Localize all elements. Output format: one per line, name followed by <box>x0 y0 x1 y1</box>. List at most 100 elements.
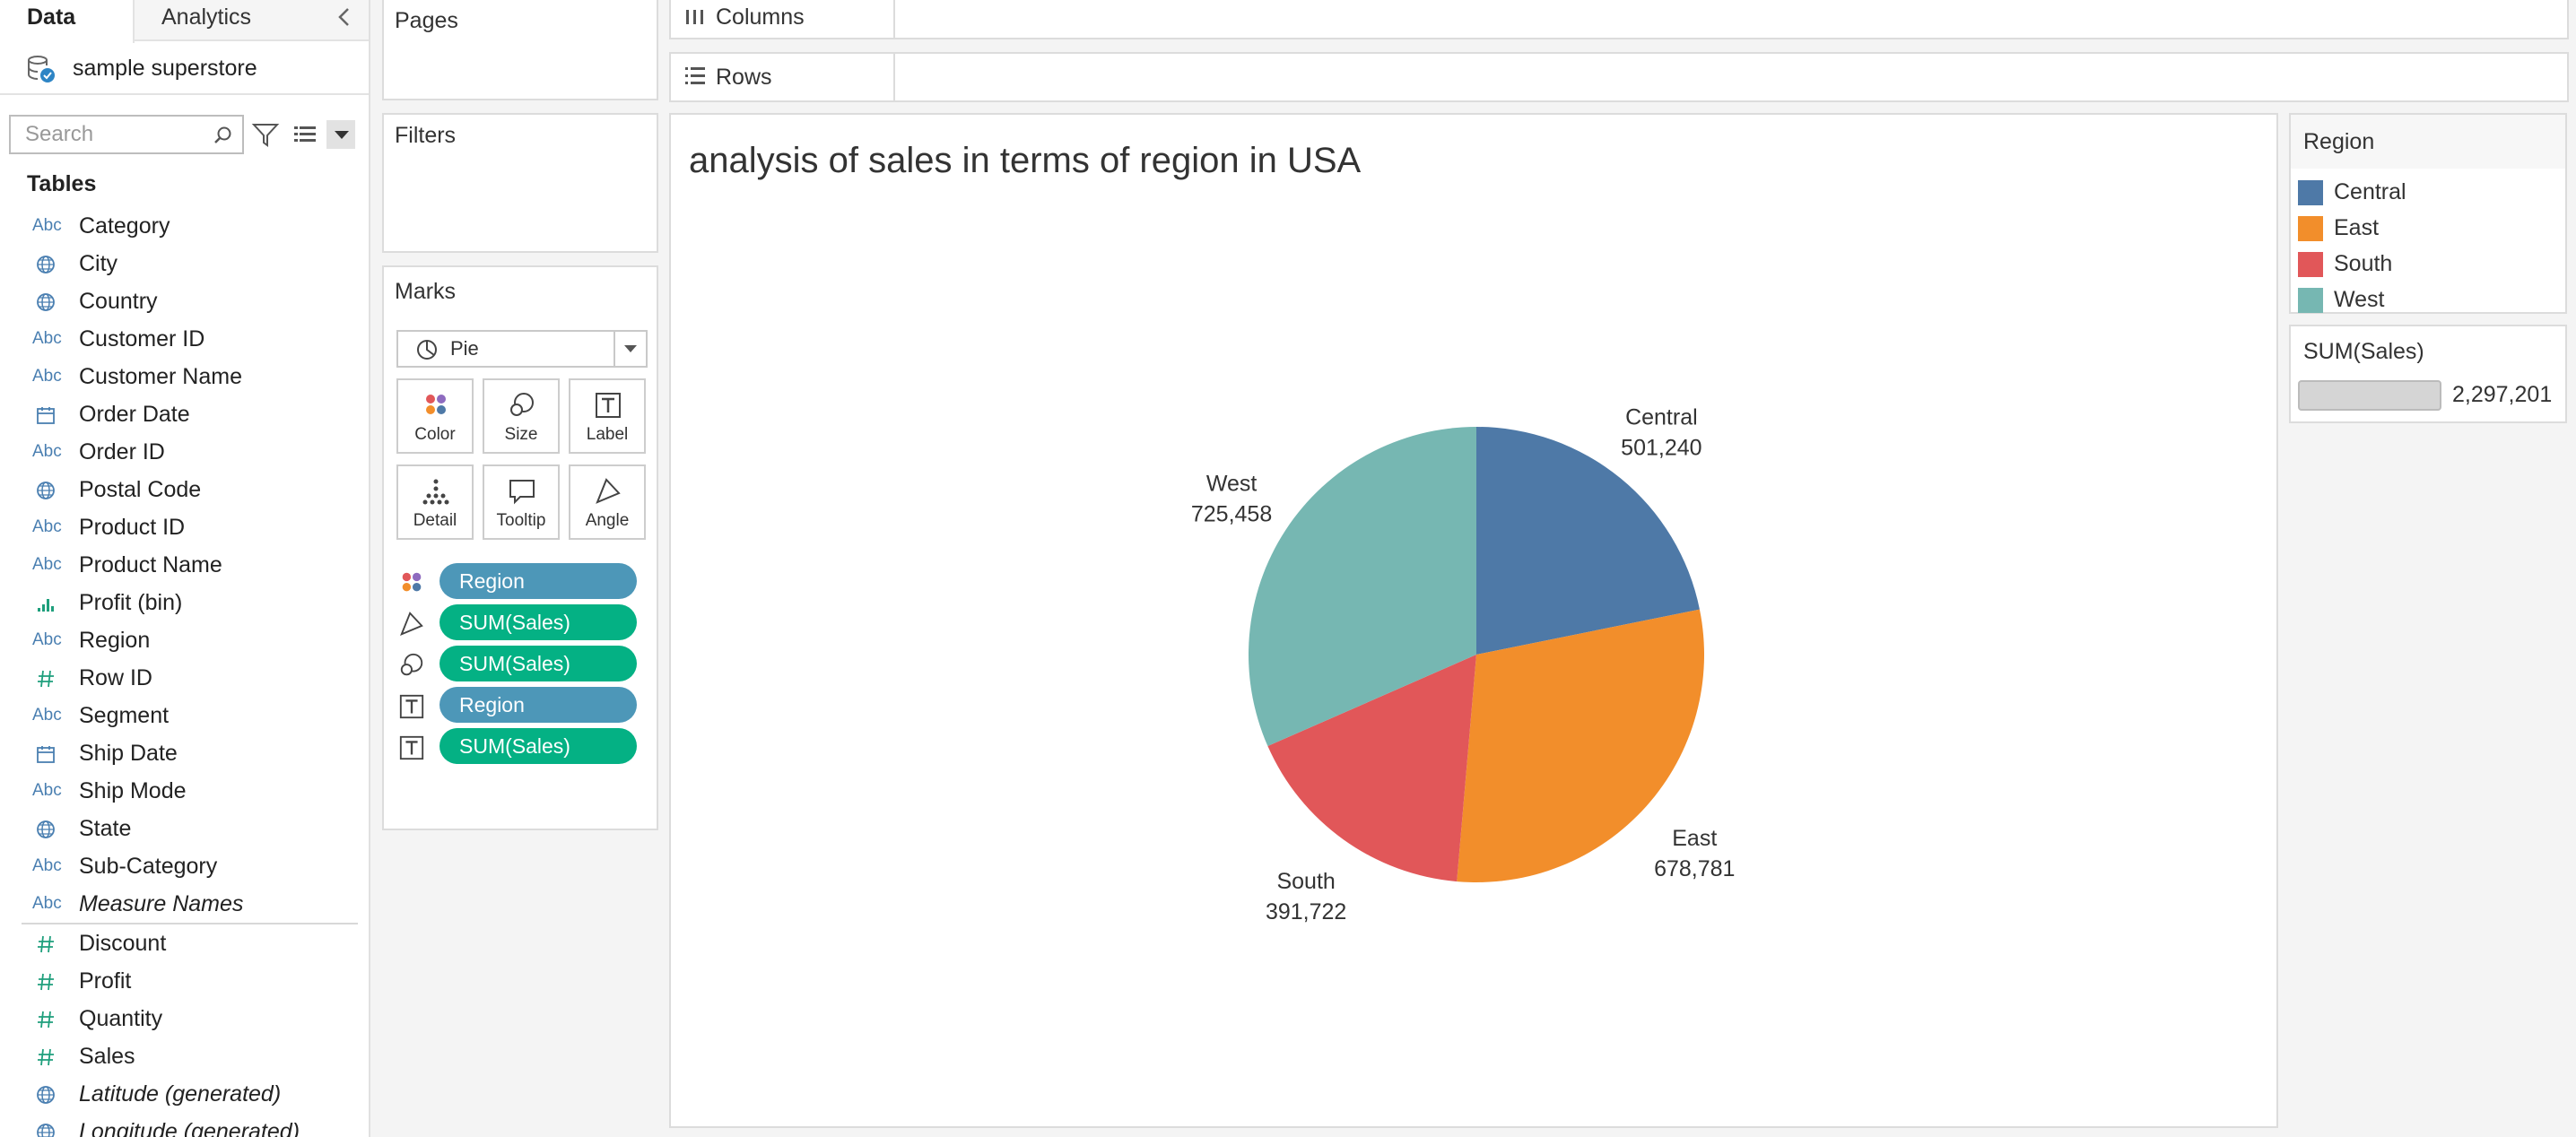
color-icon[interactable] <box>398 569 425 596</box>
marks-pill-region[interactable]: Region <box>439 563 637 599</box>
string-type-icon: Abc <box>32 367 62 386</box>
string-type-icon: Abc <box>32 706 62 725</box>
field-label: Ship Mode <box>79 778 187 803</box>
globe-icon <box>32 282 63 320</box>
field-label: Profit <box>79 968 132 994</box>
label-button[interactable]: Label <box>569 378 646 454</box>
tab-data[interactable]: Data <box>0 0 135 43</box>
field-sales[interactable]: Sales <box>0 1037 369 1075</box>
field-ship-mode[interactable]: Abc Ship Mode <box>0 772 369 810</box>
field-city[interactable]: City <box>0 245 369 282</box>
columns-text: Columns <box>716 4 805 30</box>
columns-shelf[interactable]: Columns <box>669 0 2569 39</box>
label-label: Label <box>586 425 629 444</box>
field-longitude-generated[interactable]: Longitude (generated) <box>0 1113 369 1137</box>
divider <box>0 93 369 95</box>
field-discount[interactable]: Discount <box>0 924 369 962</box>
field-customer-id[interactable]: Abc Customer ID <box>0 320 369 358</box>
size-icon <box>510 393 534 416</box>
size-icon[interactable] <box>398 652 425 679</box>
filters-shelf[interactable]: Filters <box>382 113 658 253</box>
field-label: Latitude (generated) <box>79 1081 282 1107</box>
pie-label-category: East <box>1672 826 1717 851</box>
field-product-id[interactable]: Abc Product ID <box>0 508 369 546</box>
globe-icon <box>32 810 63 847</box>
globe-icon <box>32 245 63 282</box>
string-type-icon: Abc <box>32 856 62 875</box>
legend-swatch <box>2298 180 2323 205</box>
size-button[interactable]: Size <box>483 378 560 454</box>
legend-item-east[interactable]: East <box>2296 210 2562 246</box>
size-legend-bar <box>2298 380 2441 411</box>
view-dropdown-button[interactable] <box>326 120 355 149</box>
field-product-name[interactable]: Abc Product Name <box>0 546 369 584</box>
field-postal-code[interactable]: Postal Code <box>0 471 369 508</box>
field-customer-name[interactable]: Abc Customer Name <box>0 358 369 395</box>
marks-pill-sum-sales[interactable]: SUM(Sales) <box>439 728 637 764</box>
legend-item-west[interactable]: West <box>2296 282 2562 317</box>
globe-icon <box>32 471 63 508</box>
field-state[interactable]: State <box>0 810 369 847</box>
field-row-id[interactable]: Row ID <box>0 659 369 697</box>
pie-label-value: 501,240 <box>1621 436 1701 461</box>
size-legend-value: 2,297,201 <box>2452 382 2553 407</box>
tooltip-button[interactable]: Tooltip <box>483 464 560 540</box>
angle-button[interactable]: Angle <box>569 464 646 540</box>
field-label: Category <box>79 213 170 239</box>
number-type-icon <box>32 659 63 697</box>
datasource-item[interactable]: sample superstore <box>25 50 257 86</box>
legend-item-south[interactable]: South <box>2296 246 2562 282</box>
string-type-icon: Abc <box>32 781 62 800</box>
field-ship-date[interactable]: Ship Date <box>0 734 369 772</box>
tab-analytics[interactable]: Analytics <box>135 0 278 41</box>
field-profit[interactable]: Profit <box>0 962 369 1000</box>
field-order-date[interactable]: Order Date <box>0 395 369 433</box>
marks-title: Marks <box>395 279 457 304</box>
label-icon[interactable] <box>398 693 425 720</box>
mark-type-dropdown[interactable]: Pie <box>396 330 648 368</box>
number-type-icon <box>32 1037 63 1075</box>
marks-pill-region[interactable]: Region <box>439 687 637 723</box>
search-box <box>9 115 244 154</box>
rows-shelf[interactable]: Rows <box>669 52 2569 102</box>
rows-icon <box>683 65 707 88</box>
label-icon[interactable] <box>398 734 425 761</box>
field-sub-category[interactable]: Abc Sub-Category <box>0 847 369 885</box>
collapse-pane-icon[interactable] <box>331 4 358 30</box>
field-profit-bin[interactable]: Profit (bin) <box>0 584 369 621</box>
pages-shelf[interactable]: Pages <box>382 0 658 100</box>
field-latitude-generated[interactable]: Latitude (generated) <box>0 1075 369 1113</box>
datasource-name: sample superstore <box>72 56 257 81</box>
marks-pill-sum-sales[interactable]: SUM(Sales) <box>439 646 637 681</box>
field-label: Order ID <box>79 439 165 464</box>
field-category[interactable]: Abc Category <box>0 207 369 245</box>
marks-pill-sum-sales[interactable]: SUM(Sales) <box>439 604 637 640</box>
field-label: Measure Names <box>79 891 244 916</box>
legend-label: South <box>2334 251 2393 276</box>
field-order-id[interactable]: Abc Order ID <box>0 433 369 471</box>
color-button[interactable]: Color <box>396 378 474 454</box>
filter-icon[interactable] <box>251 120 280 149</box>
detail-button[interactable]: Detail <box>396 464 474 540</box>
globe-icon <box>32 1075 63 1113</box>
legend-label: Central <box>2334 179 2406 204</box>
string-type-icon: Abc <box>32 442 62 461</box>
field-label: Product Name <box>79 552 222 577</box>
search-input[interactable] <box>11 117 199 152</box>
angle-icon[interactable] <box>398 611 425 638</box>
columns-label: Columns <box>671 0 895 38</box>
field-label: Ship Date <box>79 741 178 766</box>
search-icon[interactable] <box>212 124 235 147</box>
field-segment[interactable]: Abc Segment <box>0 697 369 734</box>
field-label: Profit (bin) <box>79 590 183 615</box>
number-type-icon <box>32 924 63 962</box>
legend-item-central[interactable]: Central <box>2296 174 2562 210</box>
field-region[interactable]: Abc Region <box>0 621 369 659</box>
columns-icon <box>683 5 707 29</box>
field-quantity[interactable]: Quantity <box>0 1000 369 1037</box>
field-country[interactable]: Country <box>0 282 369 320</box>
string-type-icon: Abc <box>32 329 62 348</box>
list-view-icon[interactable] <box>292 122 318 147</box>
chevron-down-icon[interactable] <box>614 332 646 366</box>
field-measure-names[interactable]: Abc Measure Names <box>0 885 369 923</box>
